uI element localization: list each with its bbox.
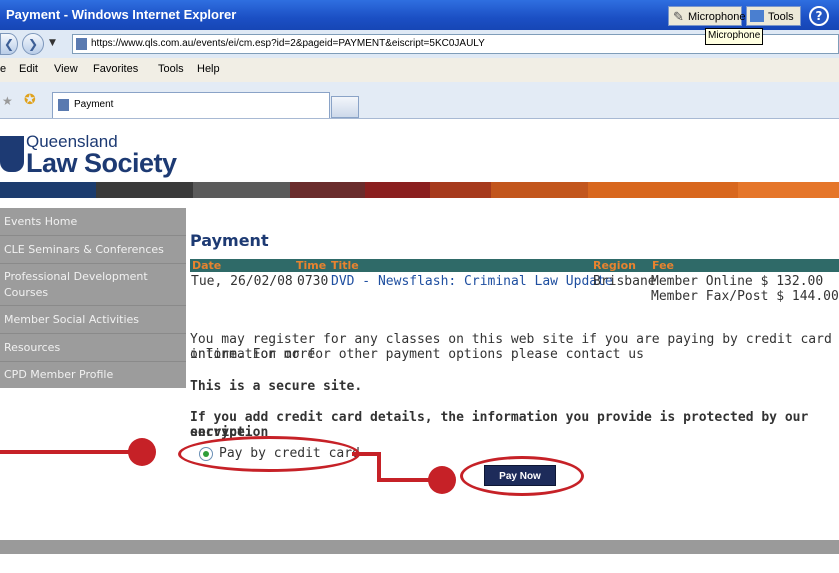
cell-fee-post: Member Fax/Post $ 144.00 — [651, 289, 839, 304]
back-icon[interactable]: ❮ — [0, 33, 18, 55]
sidebar-item-cle-seminars[interactable]: CLE Seminars & Conferences — [0, 236, 186, 264]
strip-segment — [588, 182, 738, 198]
history-dropdown-icon[interactable]: ▼ — [49, 38, 56, 48]
page-title: Payment — [190, 231, 269, 250]
annotation-oval-pay — [460, 456, 584, 496]
qls-crest-icon — [0, 136, 24, 172]
cell-time: 0730 — [297, 274, 329, 289]
tools-label: Tools — [768, 11, 794, 23]
strip-segment — [96, 182, 193, 198]
menu-favorites[interactable]: Favorites — [93, 63, 138, 75]
cell-fee-online: Member Online $ 132.00 — [651, 274, 824, 289]
logo-line2: Law Society — [26, 148, 177, 178]
sidebar-item-social-activities[interactable]: Member Social Activities — [0, 306, 186, 334]
annotation-oval-radio — [178, 436, 360, 472]
microphone-label: Microphone — [688, 11, 746, 23]
menu-file[interactable]: e — [0, 63, 6, 75]
new-tab-button[interactable] — [331, 96, 359, 118]
tools-button[interactable]: Tools — [746, 6, 801, 26]
col-title: Title — [331, 259, 359, 272]
menu-bar: e Edit View Favorites Tools Help — [0, 58, 839, 83]
forward-icon[interactable]: ❯ — [22, 33, 44, 55]
favorites-center-icon[interactable]: ★ — [2, 94, 13, 108]
annotation-line-left — [0, 450, 135, 454]
table-row: Tue, 26/02/08 0730 DVD - Newsflash: Crim… — [190, 274, 839, 306]
window-title-bar: Payment - Windows Internet Explorer ✎ Mi… — [0, 0, 839, 45]
table-header: Date Time Title Region Fee — [190, 259, 839, 272]
strip-segment — [430, 182, 491, 198]
annotation-dot-right — [428, 466, 456, 494]
event-title-link[interactable]: DVD - Newsflash: Criminal Law Update — [331, 274, 613, 289]
col-region: Region — [593, 259, 636, 272]
menu-edit[interactable]: Edit — [19, 63, 38, 75]
menu-tools[interactable]: Tools — [158, 63, 184, 75]
page-icon — [76, 38, 87, 50]
col-fee: Fee — [652, 259, 674, 272]
menu-help[interactable]: Help — [197, 63, 220, 75]
window-title: Payment - Windows Internet Explorer — [6, 7, 237, 22]
sidebar-item-events-home[interactable]: Events Home — [0, 208, 186, 236]
add-favorite-icon[interactable]: ✪ — [24, 92, 36, 108]
strip-segment — [290, 182, 365, 198]
cell-region: Brisbane — [593, 274, 656, 289]
color-strip — [0, 182, 839, 198]
microphone-icon: ✎ — [673, 9, 684, 24]
tab-payment[interactable]: Payment — [52, 92, 330, 118]
sidebar: Events Home CLE Seminars & Conferences P… — [0, 208, 186, 388]
tools-icon — [750, 10, 764, 22]
sidebar-item-cpd-profile[interactable]: CPD Member Profile — [0, 362, 186, 388]
strip-segment — [0, 182, 96, 198]
footer-bar — [0, 540, 839, 554]
sidebar-item-resources[interactable]: Resources — [0, 334, 186, 362]
strip-segment — [365, 182, 430, 198]
info-text-line2: information or for other payment options… — [190, 347, 644, 362]
sidebar-item-professional-development[interactable]: Professional Development Courses — [0, 264, 186, 306]
page-icon — [58, 99, 69, 111]
annotation-line-mid1 — [352, 452, 380, 456]
microphone-button[interactable]: ✎ Microphone — [668, 6, 746, 26]
tab-label: Payment — [74, 99, 114, 110]
cell-date: Tue, 26/02/08 — [191, 274, 293, 289]
col-time: Time — [296, 259, 327, 272]
strip-segment — [738, 182, 839, 198]
secure-notice: This is a secure site. — [190, 379, 363, 394]
strip-segment — [193, 182, 290, 198]
url-text: https://www.qls.com.au/events/ei/cm.esp?… — [91, 38, 485, 49]
tab-bar: ★ ✪ Payment — [0, 82, 839, 119]
menu-view[interactable]: View — [54, 63, 78, 75]
strip-segment — [491, 182, 588, 198]
col-date: Date — [192, 259, 222, 272]
tooltip: Microphone — [705, 28, 764, 45]
annotation-dot-left — [128, 438, 156, 466]
help-icon[interactable]: ? — [809, 6, 829, 26]
